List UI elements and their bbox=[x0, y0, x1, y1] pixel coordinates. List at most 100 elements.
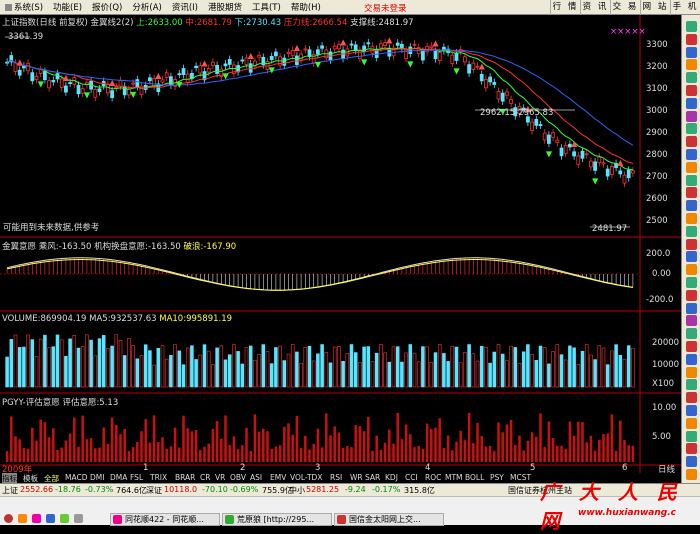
app-icon[interactable] bbox=[32, 514, 41, 523]
toolbar-tool-icon[interactable] bbox=[686, 264, 697, 276]
pgyy-bar bbox=[514, 445, 517, 462]
indicator-tab[interactable]: FSL bbox=[130, 473, 143, 482]
toolbar-tool-icon[interactable] bbox=[686, 33, 697, 45]
chart-area[interactable]: ▲ ▼ ▲ ▼ ▲ ▼ ▲ ▼ ▲ ▼ ▲ ▼ ▲ ▼ ▲ ▼ ▲ ▼ ▲ ▼ ▲ ▼ ▲ ▼ ▲ ▼ ▲ 上证指数(日线 前复权)… bbox=[0, 15, 681, 475]
volume-bar bbox=[559, 354, 564, 388]
app-icon[interactable] bbox=[4, 514, 13, 523]
toolbar-tool-icon[interactable] bbox=[686, 123, 697, 135]
candle-body bbox=[479, 73, 484, 82]
menu-system[interactable]: 系统(S) bbox=[0, 1, 48, 13]
indicator-tab[interactable]: KDJ bbox=[385, 473, 398, 482]
toolbar-tool-icon[interactable] bbox=[686, 341, 697, 352]
toolbar-tool-icon[interactable] bbox=[686, 289, 697, 301]
volume-bar bbox=[328, 362, 333, 388]
toolbar-tool-icon[interactable] bbox=[686, 417, 697, 429]
indicator-tab[interactable]: ROC bbox=[425, 473, 441, 482]
candle-body bbox=[605, 168, 610, 177]
tab-info[interactable]: 资 讯 bbox=[580, 0, 610, 15]
indicator-tab[interactable]: BOLL bbox=[465, 473, 484, 482]
toolbar-tool-icon[interactable] bbox=[686, 430, 697, 442]
menu-hk-futures[interactable]: 港股期货 bbox=[203, 1, 247, 13]
toolbar-tool-icon[interactable] bbox=[686, 392, 697, 404]
taskbar-item-huangyuanlang[interactable]: 荒原狼 [http://295... bbox=[222, 513, 332, 526]
menu-info[interactable]: 资讯(I) bbox=[167, 1, 203, 13]
volume-bar bbox=[303, 346, 308, 388]
toolbar-tool-icon[interactable] bbox=[686, 405, 697, 416]
toolbar-tool-icon[interactable] bbox=[686, 136, 697, 148]
toolbar-tool-icon[interactable] bbox=[686, 97, 697, 109]
tab-quote[interactable]: 行 情 bbox=[550, 0, 580, 15]
menu-tools[interactable]: 工具(T) bbox=[247, 1, 286, 13]
toolbar-tool-icon[interactable] bbox=[686, 277, 697, 288]
indicator-tab[interactable]: MACD bbox=[65, 473, 87, 482]
menu-analysis[interactable]: 分析(A) bbox=[127, 1, 166, 13]
indicator-tab[interactable]: DMA bbox=[110, 473, 127, 482]
indicator-tab[interactable]: TRIX bbox=[150, 473, 167, 482]
login-status[interactable]: 交易未登录 bbox=[364, 2, 407, 14]
pgyy-bar bbox=[10, 416, 13, 462]
indicator-tab[interactable]: ASI bbox=[250, 473, 262, 482]
indicator-tab[interactable]: OBV bbox=[230, 473, 246, 482]
toolbar-tool-icon[interactable] bbox=[686, 225, 697, 237]
indicator-tab[interactable]: VR bbox=[215, 473, 225, 482]
pgyy-bar bbox=[543, 447, 546, 462]
toolbar-tool-icon[interactable] bbox=[686, 328, 697, 340]
indicator-tab[interactable]: SAR bbox=[365, 473, 380, 482]
indicator-tab[interactable]: EMV bbox=[270, 473, 286, 482]
toolbar-tool-icon[interactable] bbox=[686, 149, 697, 160]
indicator-tab[interactable]: BRAR bbox=[175, 473, 195, 482]
candle-body bbox=[135, 79, 140, 87]
indicator-tab[interactable]: WR bbox=[350, 473, 363, 482]
indicator-tab[interactable]: CR bbox=[200, 473, 210, 482]
candle-body bbox=[177, 73, 182, 76]
toolbar-tool-icon[interactable] bbox=[686, 353, 697, 365]
toolbar-tool-icon[interactable] bbox=[686, 161, 697, 173]
taskbar-item-guoxin[interactable]: 国信金太阳网上交... bbox=[334, 513, 444, 526]
indicator-tab[interactable]: MTM bbox=[445, 473, 463, 482]
toolbar-tool-icon[interactable] bbox=[686, 110, 697, 122]
indicator-tab[interactable]: DMI bbox=[90, 473, 104, 482]
indicator-tab[interactable]: RSI bbox=[330, 473, 342, 482]
menu-help[interactable]: 帮助(H) bbox=[286, 1, 326, 13]
pgyy-bar bbox=[333, 426, 336, 462]
tab-trade[interactable]: 交 易 bbox=[610, 0, 640, 15]
indicator-tab[interactable]: VOL-TDX bbox=[290, 473, 322, 482]
indicator-tab[interactable]: MCST bbox=[510, 473, 531, 482]
candle-body bbox=[509, 99, 513, 104]
volume-bar bbox=[274, 347, 278, 388]
toolbar-tool-icon[interactable] bbox=[686, 315, 697, 327]
toolbar-tool-icon[interactable] bbox=[686, 379, 697, 391]
pgyy-bar bbox=[5, 451, 9, 462]
toolbar-tool-icon[interactable] bbox=[686, 302, 697, 314]
menu-quote[interactable]: 报价(Q) bbox=[87, 1, 127, 13]
pgyy-bar bbox=[89, 438, 93, 462]
toolbar-tool-icon[interactable] bbox=[686, 238, 697, 250]
indicator-tab[interactable]: PSY bbox=[490, 473, 504, 482]
toolbar-tool-icon[interactable] bbox=[686, 72, 697, 84]
volume-bar bbox=[122, 355, 127, 388]
toolbar-tool-icon[interactable] bbox=[686, 85, 697, 96]
toolbar-tool-icon[interactable] bbox=[686, 213, 697, 224]
pgyy-bar bbox=[392, 443, 395, 462]
app-icon[interactable] bbox=[46, 514, 55, 523]
app-icon[interactable] bbox=[60, 514, 69, 523]
volume-bar bbox=[47, 347, 51, 388]
app-icon[interactable] bbox=[18, 514, 27, 523]
toolbar-tool-icon[interactable] bbox=[686, 59, 697, 71]
candle-body bbox=[484, 78, 488, 89]
toolbar-tool-icon[interactable] bbox=[686, 46, 697, 58]
app-icon[interactable] bbox=[74, 514, 83, 523]
menu-function[interactable]: 功能(E) bbox=[48, 1, 87, 13]
toolbar-tool-icon[interactable] bbox=[686, 456, 697, 468]
toolbar-tool-icon[interactable] bbox=[686, 187, 697, 199]
taskbar-item-tonghuashun[interactable]: 同花顺422 - 同花顺... bbox=[110, 513, 220, 526]
indicator-tab[interactable]: CCI bbox=[405, 473, 418, 482]
toolbar-tool-icon[interactable] bbox=[686, 366, 697, 378]
toolbar-tool-icon[interactable] bbox=[686, 443, 697, 455]
toolbar-tool-icon[interactable] bbox=[686, 174, 697, 186]
toolbar-tool-icon[interactable] bbox=[686, 251, 697, 263]
tab-website[interactable]: 网 站 bbox=[640, 0, 670, 15]
tab-mobile[interactable]: 手 机 bbox=[670, 0, 700, 15]
toolbar-tool-icon[interactable] bbox=[686, 21, 697, 32]
toolbar-tool-icon[interactable] bbox=[686, 200, 697, 212]
